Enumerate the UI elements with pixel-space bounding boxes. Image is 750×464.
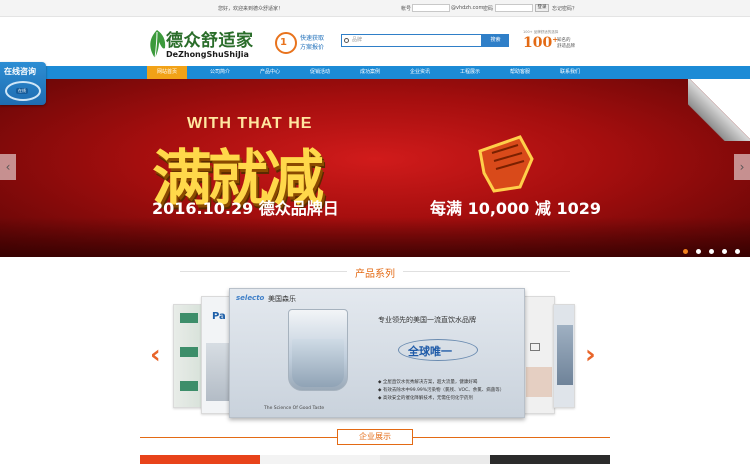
- product-tagline: The Science Of Good Taste: [264, 406, 325, 411]
- brand-side-text: 知名的 舒适品牌: [557, 38, 575, 49]
- product-card-right[interactable]: [521, 296, 555, 414]
- fast-quote-icon[interactable]: 1: [275, 32, 297, 54]
- banner-crowd: [0, 217, 750, 257]
- product-brand-cn: 美国森乐: [268, 295, 296, 303]
- enterprise-image-1[interactable]: [140, 455, 260, 464]
- product-global: 全球唯一: [408, 345, 452, 358]
- forgot-password-link[interactable]: 忘记密码？: [552, 5, 577, 12]
- online-consult-widget[interactable]: 在线咨询 在线: [0, 62, 46, 105]
- nav-item-help[interactable]: 帮助客服: [500, 66, 540, 79]
- nav-item-promotions[interactable]: 促销活动: [300, 66, 340, 79]
- products-next-arrow[interactable]: ›: [585, 340, 596, 370]
- banner-next-arrow[interactable]: ›: [734, 154, 750, 180]
- banner-dot-4[interactable]: [721, 249, 727, 254]
- product-bullet-1: ◆ 全屋直饮水优秀解决方案，超大流量，健康好喝: [378, 380, 478, 385]
- account-label: 帐号: [401, 6, 412, 12]
- banner-dot-2[interactable]: [695, 249, 701, 254]
- enterprise-image-3[interactable]: [380, 455, 490, 464]
- page-curl-corner: [690, 79, 750, 139]
- nav-item-contact[interactable]: 联系我们: [550, 66, 590, 79]
- fast-quote-line1[interactable]: 快速获取: [300, 33, 324, 42]
- enterprise-section-title[interactable]: 企业展示: [337, 429, 413, 445]
- enterprise-image-4[interactable]: [490, 455, 610, 464]
- product-card-far-left[interactable]: [173, 304, 203, 408]
- product-card-far-right[interactable]: [553, 304, 575, 408]
- fast-quote-line2[interactable]: 方案报价: [300, 42, 324, 51]
- product-brand-logo: selecto: [236, 294, 265, 302]
- search-button[interactable]: 搜索: [482, 34, 509, 47]
- banner-pagination: [680, 239, 740, 257]
- consult-ring-icon: 在线: [5, 81, 41, 101]
- search-icon: [344, 38, 349, 43]
- consult-title: 在线咨询: [4, 67, 36, 76]
- password-input[interactable]: [495, 4, 533, 12]
- search-input[interactable]: 品牌: [341, 34, 482, 47]
- page-root: 您好，欢迎来到德众舒适家！ 帐号 @vhdzh.com 密码 登录 忘记密码？ …: [0, 0, 750, 464]
- email-domain: @vhdzh.com: [451, 5, 484, 11]
- logo-chinese-name[interactable]: 德众舒适家: [166, 26, 254, 51]
- banner-promo: 每满 10,000 减 1029: [430, 199, 601, 218]
- fist-icon: [478, 135, 534, 193]
- product-bullet-2: ◆ 有效去除水中99.99%污染物（氯残、VOC、余氯、病菌等）: [378, 388, 505, 393]
- banner-dot-1[interactable]: [682, 249, 688, 254]
- nav-item-about[interactable]: 公司简介: [200, 66, 240, 79]
- main-nav: 网站首页 公司简介 产品中心 促销活动 成功案例 企业资讯 工程展示 帮助客服 …: [0, 66, 750, 79]
- products-prev-arrow[interactable]: ‹: [150, 340, 161, 370]
- banner-dot-3[interactable]: [708, 249, 714, 254]
- product-card-main[interactable]: selecto 美国森乐 The Science Of Good Taste 专…: [229, 288, 525, 418]
- brand-count: 100+: [523, 35, 559, 51]
- water-image: [292, 339, 344, 387]
- products-section-title: 产品系列: [0, 265, 750, 280]
- nav-item-projects[interactable]: 工程展示: [450, 66, 490, 79]
- nav-item-home[interactable]: 网站首页: [147, 66, 187, 79]
- leaf-logo-icon: [150, 30, 166, 59]
- product-bullet-3: ◆ 高效安全的催化降解技术，无需任何化学药剂: [378, 396, 473, 401]
- top-utility-bar: 您好，欢迎来到德众舒适家！ 帐号 @vhdzh.com 密码 登录 忘记密码？: [0, 0, 750, 17]
- nav-item-products[interactable]: 产品中心: [250, 66, 290, 79]
- banner-prev-arrow[interactable]: ‹: [0, 154, 16, 180]
- banner-date: 2016.10.29 德众品牌日: [152, 199, 339, 218]
- login-button[interactable]: 登录: [535, 4, 549, 12]
- product-headline: 专业领先的美国一流直饮水品牌: [378, 316, 476, 324]
- welcome-text: 您好，欢迎来到德众舒适家！: [218, 6, 284, 12]
- banner-dot-5[interactable]: [735, 249, 740, 254]
- enterprise-image-2[interactable]: [260, 455, 380, 464]
- nav-item-cases[interactable]: 成功案例: [350, 66, 390, 79]
- account-input[interactable]: [412, 4, 450, 12]
- nav-item-news[interactable]: 企业资讯: [400, 66, 440, 79]
- password-label: 密码: [483, 6, 494, 12]
- logo-english-name: DeZhongShuShiJia: [166, 50, 249, 59]
- promo-banner[interactable]: WITH THAT HE 满就减 2016.10.29 德众品牌日 每满 10,…: [0, 79, 750, 257]
